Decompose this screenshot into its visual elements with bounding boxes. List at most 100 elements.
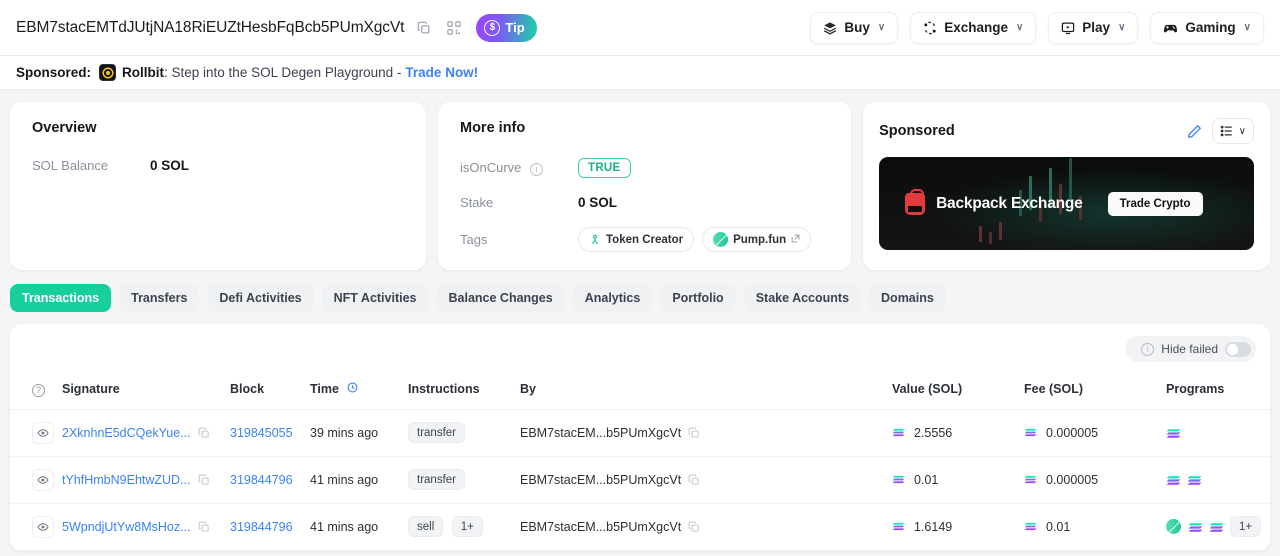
tags-row: Tags Token Creator Pump.fun [460, 227, 829, 252]
block-link[interactable]: 319844796 [230, 520, 293, 534]
info-icon[interactable]: i [530, 162, 544, 176]
sol-balance-row: SOL Balance 0 SOL [32, 158, 404, 173]
sponsored-list-dropdown[interactable]: ∨ [1211, 118, 1254, 144]
copy-icon[interactable] [688, 474, 700, 486]
block-cell: 319844796 [230, 456, 310, 504]
value-amount: 0.01 [914, 472, 939, 487]
copy-icon[interactable] [688, 521, 700, 533]
solana-program-icon[interactable] [1166, 427, 1181, 438]
table-row: tYhfHmbN9EhtwZUD... 319844796 41 mins ag… [10, 456, 1270, 504]
overview-card: Overview SOL Balance 0 SOL [10, 102, 426, 270]
fee-amount: 0.01 [1046, 519, 1071, 534]
copy-icon[interactable] [198, 474, 210, 486]
eye-icon[interactable] [32, 421, 54, 444]
copy-address-icon[interactable] [414, 18, 434, 38]
tag-pump-fun[interactable]: Pump.fun [702, 227, 812, 252]
block-link[interactable]: 319844796 [230, 473, 293, 487]
instruction-chip[interactable]: sell [408, 516, 444, 537]
instructions-cell: transfer [408, 456, 520, 504]
tab-stake-accounts[interactable]: Stake Accounts [743, 284, 862, 312]
list-icon [1220, 125, 1232, 137]
nav-play-button[interactable]: Play ∨ [1048, 11, 1139, 44]
col-by: By [520, 372, 892, 410]
tab-domains[interactable]: Domains [869, 284, 946, 312]
eye-icon[interactable] [32, 515, 54, 538]
tab-portfolio[interactable]: Portfolio [660, 284, 736, 312]
tab-transactions[interactable]: Transactions [10, 284, 112, 312]
col-time[interactable]: Time [310, 372, 408, 410]
chevron-down-icon: ∨ [1015, 22, 1024, 33]
nav-buy-button[interactable]: Buy ∨ [810, 11, 899, 44]
nav-gaming-label: Gaming [1185, 20, 1236, 35]
signature-link[interactable]: tYhfHmbN9EhtwZUD... [62, 473, 191, 487]
backpack-logo-icon [905, 188, 926, 215]
by-address: EBM7stacEM...b5PUmXgcVt [520, 519, 682, 534]
nav-gaming-button[interactable]: Gaming ∨ [1150, 11, 1264, 44]
sponsored-card-header: Sponsored ∨ [879, 118, 1254, 144]
hide-failed-toggle[interactable]: i Hide failed [1125, 336, 1256, 362]
copy-icon[interactable] [198, 521, 210, 533]
card-stack-icon [824, 21, 837, 34]
sponsored-card-title: Sponsored [879, 123, 955, 139]
solana-program-icon[interactable] [1187, 474, 1202, 485]
tab-balance-changes[interactable]: Balance Changes [436, 284, 565, 312]
value-amount: 2.5556 [914, 425, 953, 440]
block-link[interactable]: 319845055 [230, 426, 293, 440]
solana-program-icon[interactable] [1209, 521, 1224, 532]
qr-code-icon[interactable] [444, 18, 464, 38]
signature-cell: tYhfHmbN9EhtwZUD... [62, 456, 230, 504]
value-cell: 0.01 [892, 456, 1024, 504]
copy-icon[interactable] [198, 427, 210, 439]
sol-balance-label: SOL Balance [32, 158, 109, 173]
programs-more-chip[interactable]: 1+ [1230, 516, 1262, 537]
tab-transfers[interactable]: Transfers [119, 284, 200, 312]
time-cell: 41 mins ago [310, 503, 408, 551]
summary-cards: Overview SOL Balance 0 SOL More info isO… [0, 90, 1280, 270]
sponsored-label: Sponsored: [16, 65, 92, 80]
copy-icon[interactable] [688, 427, 700, 439]
nav-exchange-button[interactable]: Exchange ∨ [910, 11, 1037, 44]
block-cell: 319844796 [230, 503, 310, 551]
chevron-down-icon: ∨ [1118, 22, 1126, 33]
col-signature[interactable]: Signature [62, 372, 230, 410]
by-cell: EBM7stacEM...b5PUmXgcVt [520, 409, 892, 457]
solana-icon [1024, 474, 1038, 485]
signature-link[interactable]: 2XknhnE5dCQekYue... [62, 426, 191, 440]
solana-program-icon[interactable] [1188, 521, 1203, 532]
by-address: EBM7stacEM...b5PUmXgcVt [520, 472, 682, 487]
pencil-icon[interactable] [1187, 124, 1202, 139]
exchange-icon [924, 21, 936, 34]
col-time-label: Time [310, 382, 339, 397]
sponsored-card: Sponsored ∨ Backpack Exchange Trade Cryp… [863, 102, 1270, 270]
tab-analytics[interactable]: Analytics [572, 284, 653, 312]
by-cell: EBM7stacEM...b5PUmXgcVt [520, 456, 892, 504]
value-cell: 1.6149 [892, 503, 1024, 551]
sponsor-cta-link[interactable]: Trade Now! [405, 65, 478, 80]
pump-fun-program-icon[interactable] [1162, 515, 1185, 538]
tab-nft-activities[interactable]: NFT Activities [321, 284, 429, 312]
trade-crypto-button[interactable]: Trade Crypto [1107, 191, 1203, 216]
instruction-more-chip[interactable]: 1+ [451, 516, 483, 537]
is-on-curve-row: isOnCurve i TRUE [460, 158, 829, 178]
col-block[interactable]: Block [230, 372, 310, 410]
tag-token-creator[interactable]: Token Creator [578, 227, 695, 252]
clock-icon[interactable] [347, 382, 358, 396]
fee-amount: 0.000005 [1046, 425, 1099, 440]
wallet-address: EBM7stacEMTdJUtjNA18RiEUZtHesbFqBcb5PUmX… [16, 18, 405, 36]
signature-link[interactable]: 5WpndjUtYw8MsHoz... [62, 520, 191, 534]
tab-defi-activities[interactable]: Defi Activities [207, 284, 314, 312]
nav-play-label: Play [1082, 20, 1111, 35]
instruction-chip[interactable]: transfer [408, 422, 465, 443]
solana-icon [892, 427, 906, 438]
solana-program-icon[interactable] [1166, 474, 1181, 485]
signature-cell: 5WpndjUtYw8MsHoz... [62, 503, 230, 551]
instruction-chip[interactable]: transfer [408, 469, 465, 490]
tag-label: Token Creator [606, 233, 684, 246]
help-icon[interactable]: ? [32, 383, 45, 397]
sponsored-ad-banner[interactable]: Backpack Exchange Trade Crypto [879, 157, 1254, 250]
time-cell: 39 mins ago [310, 409, 408, 457]
col-value: Value (SOL) [892, 372, 1024, 410]
eye-icon[interactable] [32, 468, 54, 491]
tip-button[interactable]: $ Tip [476, 13, 537, 42]
hide-failed-switch[interactable] [1225, 341, 1251, 357]
